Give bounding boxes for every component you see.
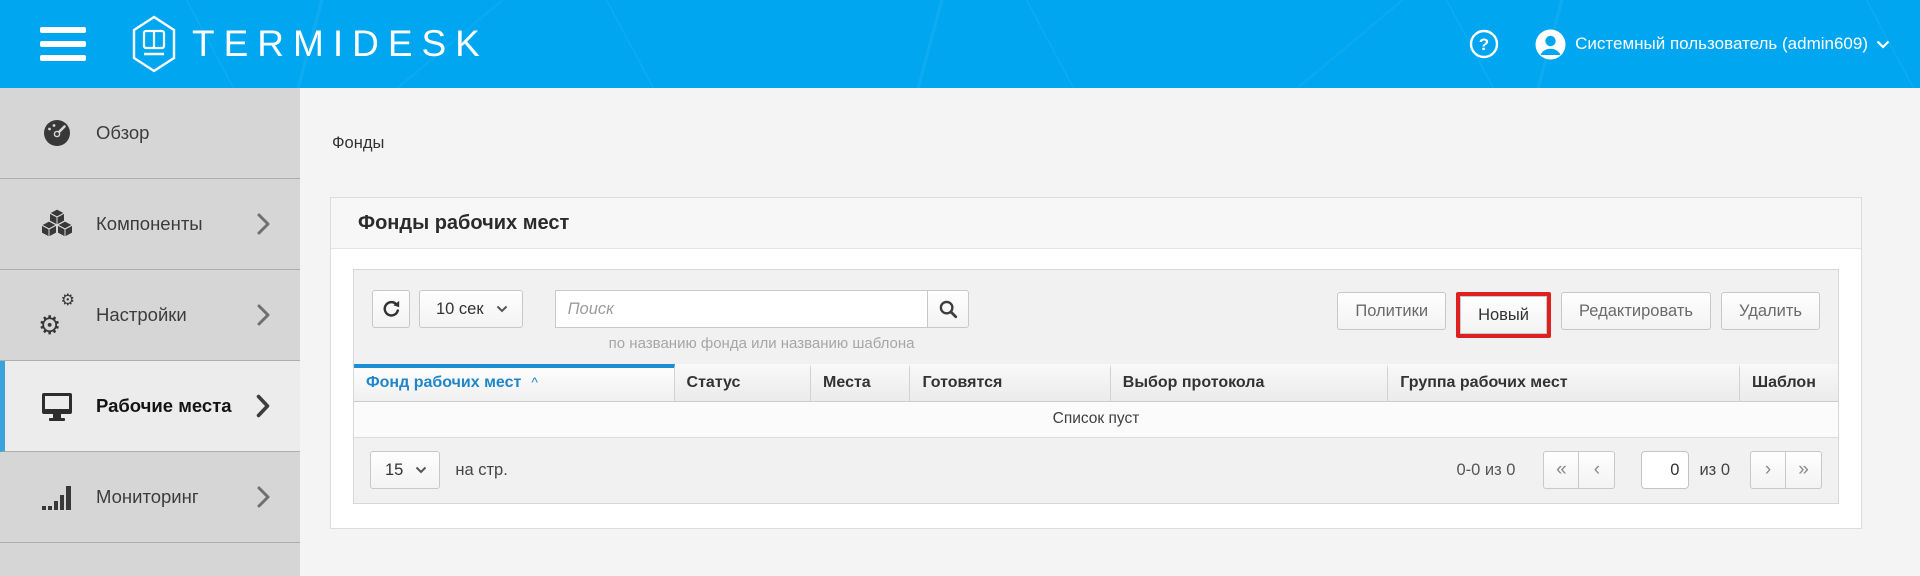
new-button[interactable]: Новый (1460, 296, 1547, 334)
range-label: 0-0 из 0 (1456, 461, 1515, 480)
sidebar-item-label: Настройки (96, 304, 187, 326)
pools-grid: 10 сек (353, 269, 1839, 504)
chevron-down-icon (496, 305, 508, 313)
logo-wordmark: TERMIDESK (192, 23, 489, 65)
grid-footer: 15 на стр. 0-0 из 0 « ‹ (354, 438, 1838, 503)
search-input[interactable] (555, 290, 927, 328)
empty-row: Список пуст (354, 402, 1838, 438)
page-total-label: из 0 (1699, 461, 1730, 480)
sidebar: Обзор (0, 88, 300, 576)
page-size-value: 15 (385, 461, 403, 480)
next-page-button[interactable]: › (1750, 451, 1786, 489)
user-name-label: Системный пользователь (admin609) (1575, 34, 1868, 54)
policies-button[interactable]: Политики (1337, 292, 1446, 330)
sidebar-item-overview[interactable]: Обзор (0, 88, 300, 179)
prev-page-button[interactable]: ‹ (1579, 451, 1615, 489)
signal-bars-icon (40, 482, 74, 512)
column-header-group[interactable]: Группа рабочих мест (1388, 364, 1740, 401)
sidebar-item-monitoring[interactable]: Мониторинг (0, 452, 300, 543)
topbar: TERMIDESK ? Системный пользователь (admi… (0, 0, 1920, 88)
svg-text:?: ? (1479, 35, 1489, 54)
pools-panel: Фонды рабочих мест (330, 197, 1862, 529)
gears-icon: ⚙⚙ (40, 298, 74, 332)
chevron-right-icon (257, 486, 270, 508)
search-hint: по названию фонда или названию шаблона (555, 335, 969, 352)
first-page-button[interactable]: « (1543, 451, 1579, 489)
cubes-icon (40, 208, 74, 240)
highlight-ring: Новый (1456, 292, 1551, 338)
refresh-interval-select[interactable]: 10 сек (419, 290, 523, 328)
chevron-right-icon (257, 213, 270, 235)
column-header-protocol[interactable]: Выбор протокола (1111, 364, 1389, 401)
per-page-label: на стр. (455, 461, 507, 480)
column-header-pool[interactable]: Фонд рабочих мест ^ (354, 364, 675, 401)
chevron-right-icon (256, 394, 270, 418)
sidebar-item-components[interactable]: Компоненты (0, 179, 300, 270)
user-menu[interactable]: Системный пользователь (admin609) (1535, 29, 1890, 60)
sidebar-item-label: Обзор (96, 122, 149, 144)
refresh-button[interactable] (372, 290, 410, 328)
search-button[interactable] (927, 290, 969, 328)
page-number-input[interactable] (1641, 451, 1689, 489)
help-icon[interactable]: ? (1469, 29, 1499, 59)
sidebar-item-label: Рабочие места (96, 395, 232, 417)
sidebar-item-label: Компоненты (96, 213, 203, 235)
gauge-icon (40, 118, 74, 148)
chevron-right-icon (257, 304, 270, 326)
page-size-select[interactable]: 15 (370, 451, 440, 489)
search-icon (938, 299, 958, 319)
sidebar-item-label: Мониторинг (96, 486, 199, 508)
table-header-row: Фонд рабочих мест ^ Статус Места Готовят… (354, 364, 1838, 402)
delete-button[interactable]: Удалить (1721, 292, 1820, 330)
panel-header: Фонды рабочих мест (331, 198, 1861, 249)
main-content: Фонды Фонды рабочих мест (300, 88, 1920, 576)
app-logo: TERMIDESK (132, 15, 489, 73)
sidebar-item-workplaces[interactable]: Рабочие места (0, 361, 300, 452)
column-header-preparing[interactable]: Готовятся (910, 364, 1110, 401)
sidebar-item-settings[interactable]: ⚙⚙ Настройки (0, 270, 300, 361)
column-header-seats[interactable]: Места (811, 364, 910, 401)
sort-asc-icon: ^ (531, 374, 538, 390)
panel-title: Фонды рабочих мест (358, 212, 569, 235)
breadcrumb: Фонды (300, 88, 1920, 153)
chevron-down-icon (415, 466, 427, 474)
logo-hexagon-icon (132, 15, 176, 73)
user-avatar-icon (1535, 29, 1566, 60)
menu-toggle-button[interactable] (40, 27, 86, 61)
refresh-icon (381, 299, 402, 320)
column-header-status[interactable]: Статус (675, 364, 812, 401)
refresh-interval-value: 10 сек (436, 300, 484, 319)
chevron-down-icon (1876, 40, 1890, 49)
monitor-icon (40, 391, 74, 422)
column-header-template[interactable]: Шаблон (1740, 364, 1838, 401)
last-page-button[interactable]: » (1786, 451, 1822, 489)
grid-toolbar: 10 сек (354, 270, 1838, 364)
edit-button[interactable]: Редактировать (1561, 292, 1711, 330)
